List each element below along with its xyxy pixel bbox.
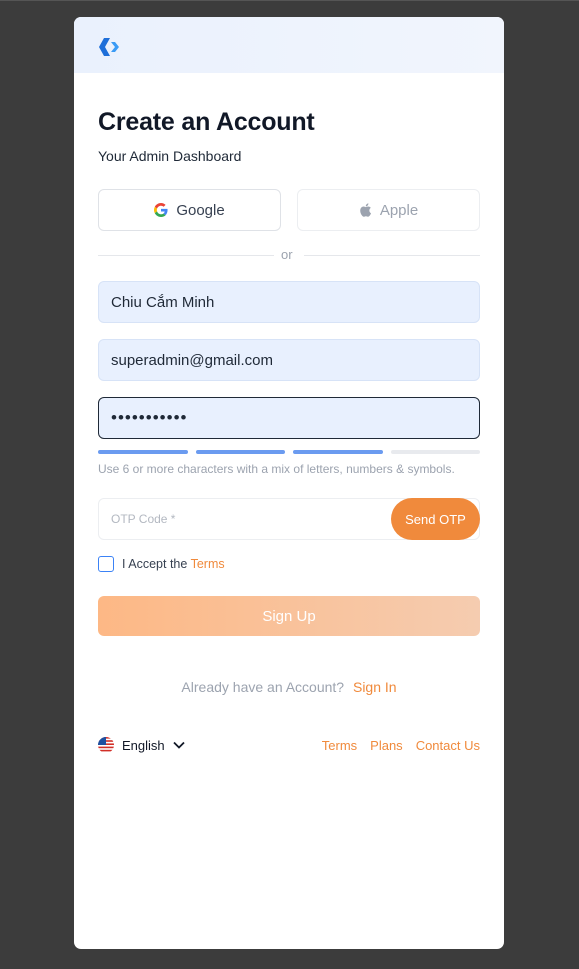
send-otp-button[interactable]: Send OTP xyxy=(391,498,480,540)
apple-icon xyxy=(360,203,371,217)
accept-prefix: I Accept the xyxy=(122,557,188,571)
brand-logo-icon xyxy=(99,38,119,56)
accept-terms-label: I Accept the Terms xyxy=(122,557,225,571)
google-button-label: Google xyxy=(176,201,225,219)
strength-segment xyxy=(195,450,285,454)
footer-link-contact[interactable]: Contact Us xyxy=(416,738,480,753)
card-header xyxy=(74,17,504,73)
footer-link-plans[interactable]: Plans xyxy=(370,738,403,753)
apple-signin-button[interactable]: Apple xyxy=(297,189,480,231)
divider-line-left xyxy=(98,255,274,256)
top-edge xyxy=(0,0,579,1)
accept-terms-link[interactable]: Terms xyxy=(191,557,225,571)
email-input[interactable]: superadmin@gmail.com xyxy=(98,339,480,381)
apple-button-label: Apple xyxy=(379,201,419,219)
signin-link[interactable]: Sign In xyxy=(353,679,397,695)
language-label: English xyxy=(122,737,165,753)
page-subtitle: Your Admin Dashboard xyxy=(98,148,242,164)
password-input[interactable]: ••••••••••• xyxy=(98,397,480,439)
accept-terms-checkbox[interactable] xyxy=(98,556,114,572)
google-signin-button[interactable]: Google xyxy=(98,189,281,231)
otp-placeholder: OTP Code * xyxy=(111,512,176,526)
signin-prompt: Already have an Account? Sign In xyxy=(74,679,504,695)
divider-text: or xyxy=(281,247,293,262)
google-icon xyxy=(154,203,168,217)
name-input[interactable]: Chiu Cắm Minh xyxy=(98,281,480,323)
strength-segment xyxy=(98,450,188,454)
chevron-down-icon xyxy=(173,741,185,749)
signup-button[interactable]: Sign Up xyxy=(98,596,480,636)
strength-segment xyxy=(390,450,480,454)
us-flag-icon xyxy=(98,737,114,753)
signup-card: Create an Account Your Admin Dashboard G… xyxy=(74,17,504,949)
otp-field[interactable]: OTP Code * Send OTP xyxy=(98,498,480,540)
strength-segment xyxy=(293,450,383,454)
page-title: Create an Account xyxy=(98,108,315,136)
divider-line-right xyxy=(304,255,480,256)
signin-prompt-text: Already have an Account? xyxy=(181,679,345,695)
footer-link-terms[interactable]: Terms xyxy=(322,738,357,753)
password-hint: Use 6 or more characters with a mix of l… xyxy=(98,462,455,476)
language-selector[interactable]: English xyxy=(98,737,185,753)
footer-links: Terms Plans Contact Us xyxy=(322,738,480,753)
